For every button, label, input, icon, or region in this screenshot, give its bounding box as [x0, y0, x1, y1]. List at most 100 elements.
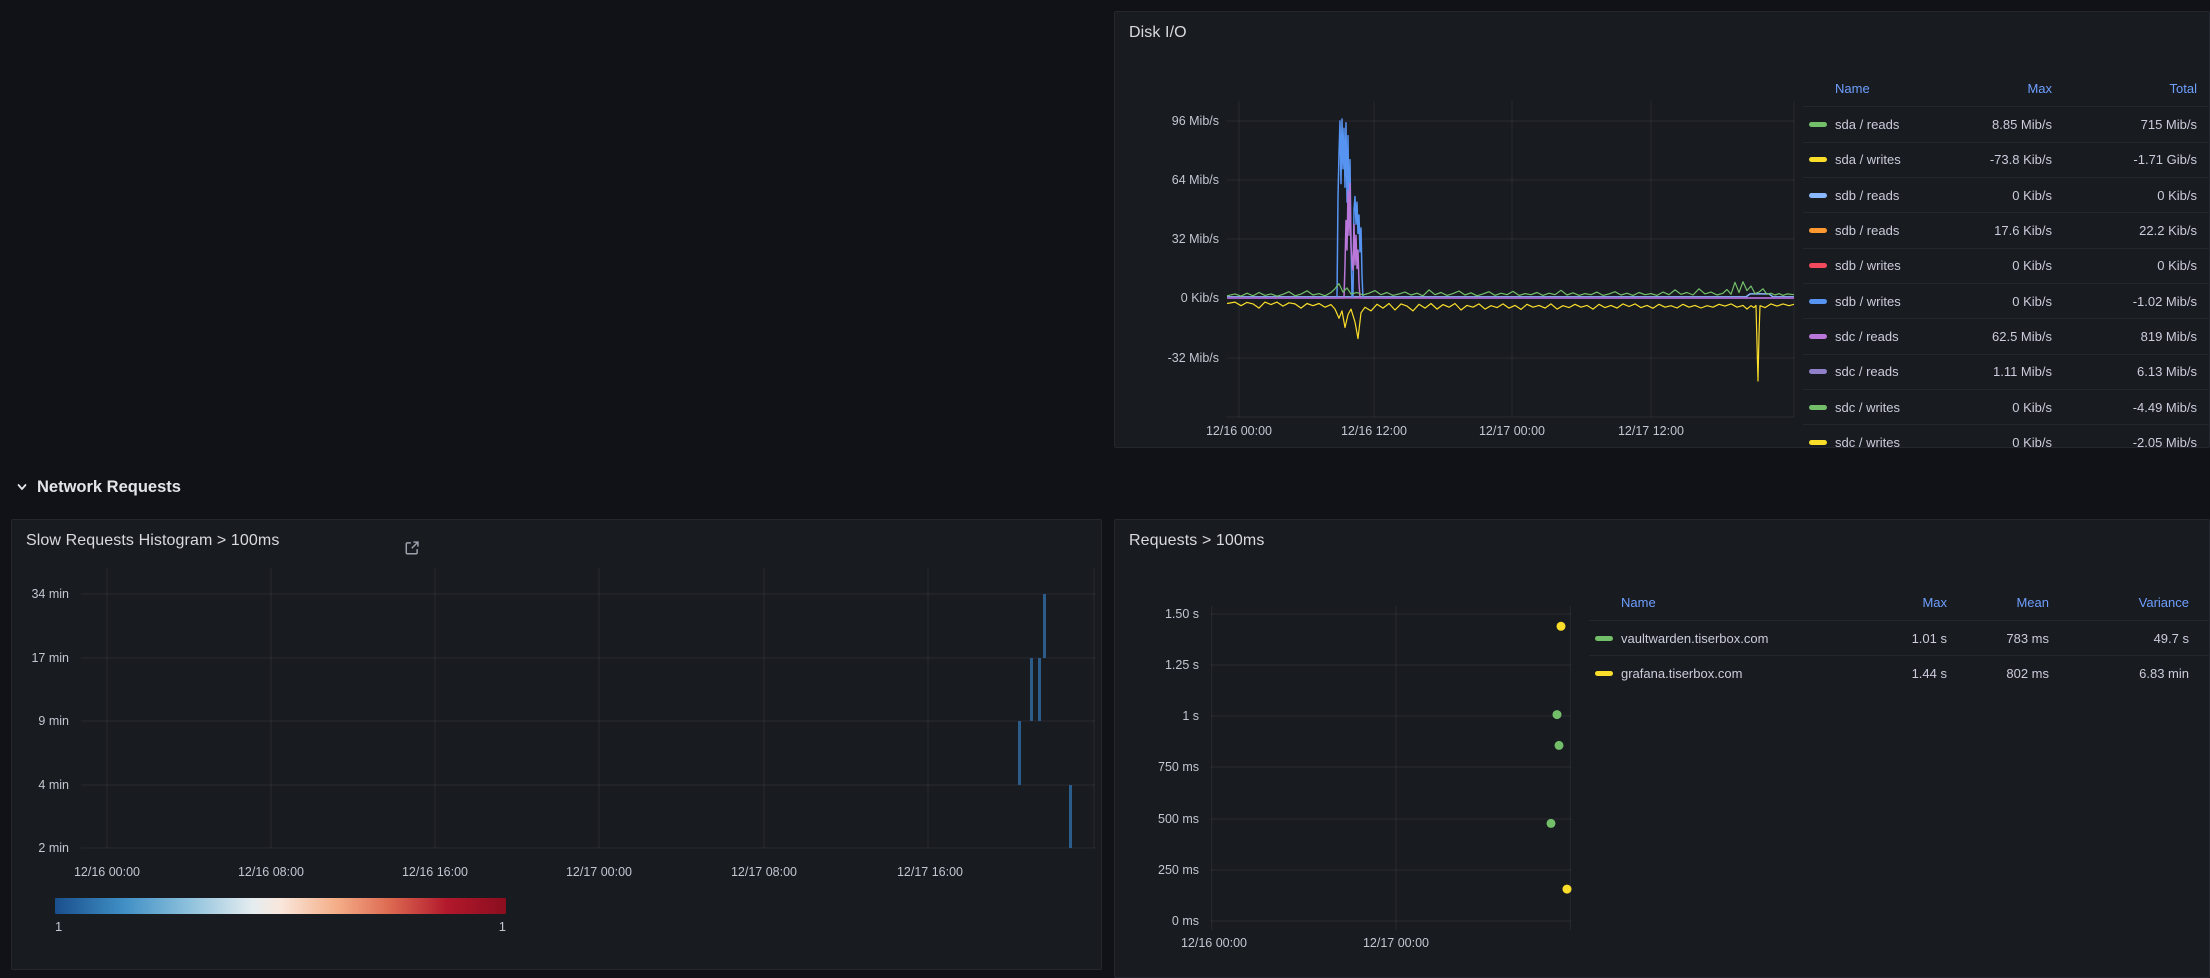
- legend-max-cell: 8.85 Mib/s: [1944, 117, 2052, 132]
- series-color-swatch: [1595, 636, 1613, 641]
- legend-row: sdb / reads0 Kib/s0 Kib/s: [1803, 177, 2210, 212]
- disk-legend-table: NameMaxTotalsda / reads8.85 Mib/s715 Mib…: [1803, 71, 2210, 448]
- histogram-chart[interactable]: [81, 568, 1095, 848]
- swatch-cell: [1803, 122, 1835, 127]
- legend-column-header-total[interactable]: Total: [2052, 81, 2197, 96]
- panel-slow-requests-histogram: Slow Requests Histogram > 100ms 34 min 17…: [11, 519, 1102, 970]
- y-tick-label: 9 min: [12, 714, 69, 728]
- legend-name-cell[interactable]: sdc / reads: [1835, 364, 1944, 379]
- heatmap-cell: [1069, 785, 1072, 848]
- series-color-swatch: [1809, 440, 1827, 445]
- swatch-cell: [1803, 440, 1835, 445]
- swatch-cell: [1803, 193, 1835, 198]
- legend-column-header-max[interactable]: Max: [1944, 81, 2052, 96]
- panel-title-requests[interactable]: Requests > 100ms: [1129, 532, 1264, 550]
- requests-scatter-chart[interactable]: [1211, 606, 1575, 930]
- legend-max-cell: 17.6 Kib/s: [1944, 223, 2052, 238]
- legend-max-cell: 1.01 s: [1847, 631, 1947, 646]
- legend-max-cell: 1.11 Mib/s: [1944, 364, 2052, 379]
- x-tick-label: 12/17 08:00: [731, 865, 797, 879]
- y-tick-label: 750 ms: [1115, 760, 1199, 774]
- y-tick-label: 32 Mib/s: [1115, 232, 1219, 246]
- legend-column-header-name[interactable]: Name: [1621, 595, 1847, 610]
- swatch-cell: [1589, 636, 1621, 641]
- legend-row: sdb / writes0 Kib/s-1.02 Mib/s: [1803, 283, 2210, 318]
- legend-variance-cell: 6.83 min: [2049, 666, 2189, 681]
- x-tick-label: 12/16 00:00: [1206, 424, 1272, 438]
- legend-column-header-variance[interactable]: Variance: [2049, 595, 2189, 610]
- legend-max-cell: 0 Kib/s: [1944, 435, 2052, 448]
- legend-mean-cell: 802 ms: [1947, 666, 2049, 681]
- x-tick-label: 12/17 16:00: [897, 865, 963, 879]
- legend-row: sda / reads8.85 Mib/s715 Mib/s: [1803, 106, 2210, 141]
- legend-row: sdb / reads17.6 Kib/s22.2 Kib/s: [1803, 212, 2210, 247]
- scatter-point: [1557, 622, 1566, 631]
- legend-name-cell[interactable]: vaultwarden.tiserbox.com: [1621, 631, 1847, 646]
- legend-column-header-mean[interactable]: Mean: [1947, 595, 2049, 610]
- disk-io-chart[interactable]: [1227, 101, 1794, 417]
- legend-variance-cell: 49.7 s: [2049, 631, 2189, 646]
- x-tick-label: 12/17 12:00: [1618, 424, 1684, 438]
- panel-title-disk-io[interactable]: Disk I/O: [1129, 24, 1187, 42]
- legend-row: sdb / writes0 Kib/s0 Kib/s: [1803, 248, 2210, 283]
- legend-name-cell[interactable]: sdc / reads: [1835, 329, 1944, 344]
- legend-name-cell[interactable]: sda / writes: [1835, 152, 1944, 167]
- legend-total-cell: 22.2 Kib/s: [2052, 223, 2197, 238]
- legend-total-cell: 0 Kib/s: [2052, 188, 2197, 203]
- legend-name-cell[interactable]: sdc / writes: [1835, 400, 1944, 415]
- heatmap-cell: [1018, 721, 1021, 785]
- x-tick-label: 12/17 00:00: [1479, 424, 1545, 438]
- series-color-swatch: [1809, 334, 1827, 339]
- chevron-down-icon[interactable]: [16, 481, 28, 493]
- scatter-point: [1555, 741, 1564, 750]
- legend-header-row: NameMaxTotal: [1803, 71, 2210, 106]
- legend-column-header-max[interactable]: Max: [1847, 595, 1947, 610]
- legend-row: sdc / writes0 Kib/s-4.49 Mib/s: [1803, 389, 2210, 424]
- legend-row: sdc / reads1.11 Mib/s6.13 Mib/s: [1803, 354, 2210, 389]
- swatch-cell: [1803, 334, 1835, 339]
- legend-name-cell[interactable]: sdb / writes: [1835, 258, 1944, 273]
- legend-total-cell: -4.49 Mib/s: [2052, 400, 2197, 415]
- legend-column-header-name[interactable]: Name: [1835, 81, 1944, 96]
- external-link-icon[interactable]: [404, 540, 420, 561]
- swatch-cell: [1803, 369, 1835, 374]
- legend-name-cell[interactable]: grafana.tiserbox.com: [1621, 666, 1847, 681]
- legend-max-cell: 0 Kib/s: [1944, 400, 2052, 415]
- legend-max-cell: -73.8 Kib/s: [1944, 152, 2052, 167]
- color-scale-min: 1: [55, 919, 62, 934]
- y-tick-label: 64 Mib/s: [1115, 173, 1219, 187]
- series-color-swatch: [1809, 299, 1827, 304]
- y-tick-label: 0 Kib/s: [1115, 291, 1219, 305]
- legend-total-cell: 6.13 Mib/s: [2052, 364, 2197, 379]
- x-tick-label: 12/16 00:00: [74, 865, 140, 879]
- y-tick-label: 17 min: [12, 651, 69, 665]
- legend-max-cell: 1.44 s: [1847, 666, 1947, 681]
- color-scale-gradient: [55, 898, 506, 914]
- legend-row: grafana.tiserbox.com1.44 s802 ms6.83 min: [1589, 655, 2210, 690]
- legend-total-cell: 0 Kib/s: [2052, 258, 2197, 273]
- x-tick-label: 12/16 08:00: [238, 865, 304, 879]
- section-header-network-requests[interactable]: Network Requests: [0, 474, 2210, 500]
- legend-row: sdc / reads62.5 Mib/s819 Mib/s: [1803, 318, 2210, 353]
- y-tick-label: 96 Mib/s: [1115, 114, 1219, 128]
- x-tick-label: 12/16 12:00: [1341, 424, 1407, 438]
- scatter-point: [1547, 819, 1556, 828]
- legend-name-cell[interactable]: sdc / writes: [1835, 435, 1944, 448]
- swatch-cell: [1803, 263, 1835, 268]
- swatch-cell: [1803, 405, 1835, 410]
- grafana-dashboard: Disk I/O 96 Mib/s 64 Mib/s 32 Mib/s 0 Kib/s…: [0, 0, 2210, 978]
- legend-name-cell[interactable]: sdb / writes: [1835, 294, 1944, 309]
- legend-row: sdc / writes0 Kib/s-2.05 Mib/s: [1803, 424, 2210, 448]
- legend-name-cell[interactable]: sdb / reads: [1835, 223, 1944, 238]
- panel-title-slow-requests[interactable]: Slow Requests Histogram > 100ms: [26, 532, 279, 550]
- heatmap-cell: [1030, 658, 1033, 721]
- y-tick-label: 250 ms: [1115, 863, 1199, 877]
- y-tick-label: 1 s: [1115, 709, 1199, 723]
- legend-max-cell: 0 Kib/s: [1944, 258, 2052, 273]
- legend-header-row: NameMaxMeanVariance: [1589, 585, 2210, 620]
- legend-name-cell[interactable]: sda / reads: [1835, 117, 1944, 132]
- series-color-swatch: [1809, 228, 1827, 233]
- y-tick-label: 2 min: [12, 841, 69, 855]
- legend-name-cell[interactable]: sdb / reads: [1835, 188, 1944, 203]
- y-tick-label: 34 min: [12, 587, 69, 601]
